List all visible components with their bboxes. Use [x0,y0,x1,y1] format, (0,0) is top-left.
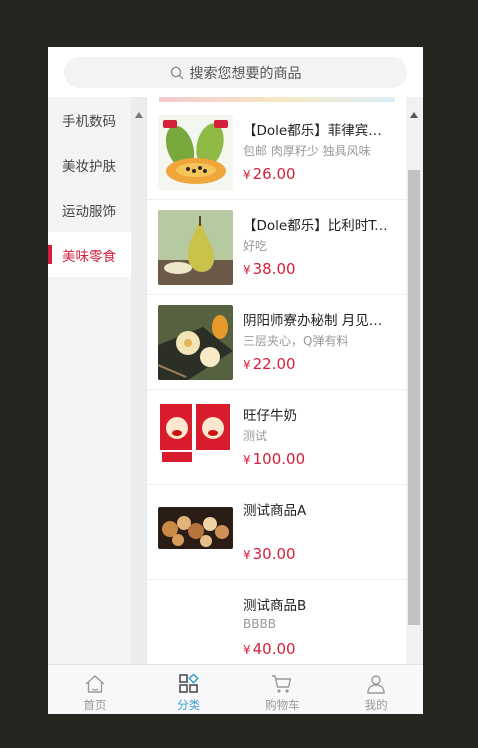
category-sidebar: 手机数码 美妆护肤 运动服饰 美味零食 [48,97,131,664]
tab-label: 分类 [177,698,201,712]
product-item[interactable]: 【Dole都乐】菲律宾木瓜… 包邮 肉厚籽少 独具风味 ¥26.00 [147,105,406,200]
product-image-milk [158,400,233,475]
product-desc: 三层夹心，Q弹有料 [243,334,349,348]
product-name: 阴阳师寮办秘制 月见… [243,313,383,329]
tab-label: 首页 [83,698,107,712]
tab-label: 购物车 [265,698,300,712]
product-image-papaya [158,115,233,190]
currency-symbol: ¥ [243,358,251,372]
product-desc: 包邮 肉厚籽少 独具风味 [243,144,371,158]
product-price: ¥40.00 [243,640,296,658]
product-list-scrollbar[interactable] [406,97,423,664]
previous-item-edge [159,97,395,102]
tab-cart[interactable]: 购物车 [236,665,330,714]
currency-symbol: ¥ [243,643,251,657]
sidebar-item-label: 美味零食 [62,248,116,265]
scroll-up-icon[interactable] [410,103,418,122]
sidebar-scrollbar[interactable] [131,97,147,664]
product-desc: 测试 [243,429,268,443]
bottom-tab-bar: 首页 分类 购物车 我的 [48,664,423,714]
tab-home[interactable]: 首页 [48,665,142,714]
product-price: ¥100.00 [243,450,305,468]
currency-symbol: ¥ [243,453,251,467]
scroll-up-icon[interactable] [135,103,143,122]
price-value: 100.00 [252,450,306,468]
product-image-cookies [158,507,233,549]
product-item[interactable]: 测试商品A ¥30.00 [147,485,406,580]
product-image-mochi [158,305,233,380]
product-item[interactable]: 测试商品B BBBB ¥40.00 [147,580,406,664]
product-price: ¥22.00 [243,355,296,373]
sidebar-item-label: 运动服饰 [62,203,116,220]
user-icon [365,673,387,695]
sidebar-item-sports[interactable]: 运动服饰 [48,187,131,232]
tab-label: 我的 [364,698,388,712]
product-price: ¥26.00 [243,165,296,183]
sidebar-item-snacks[interactable]: 美味零食 [48,232,131,277]
currency-symbol: ¥ [243,263,251,277]
product-name: 测试商品A [243,503,307,519]
search-icon [170,66,184,80]
product-item[interactable]: 【Dole都乐】比利时Te… 好吃 ¥38.00 [147,200,406,295]
sidebar-item-digital[interactable]: 手机数码 [48,97,131,142]
phone-screen: 搜索您想要的商品 手机数码 美妆护肤 运动服饰 美味零食 【Dole都乐】菲律宾… [48,47,423,714]
price-value: 22.00 [252,355,296,373]
home-icon [84,673,106,695]
product-price: ¥30.00 [243,545,296,563]
product-image-pear [158,210,233,285]
product-item[interactable]: 旺仔牛奶 测试 ¥100.00 [147,390,406,485]
tab-category[interactable]: 分类 [142,665,236,714]
price-value: 30.00 [252,545,296,563]
scrollbar-thumb[interactable] [408,170,420,625]
tab-mine[interactable]: 我的 [329,665,423,714]
product-desc: BBBB [243,617,276,631]
sidebar-item-beauty[interactable]: 美妆护肤 [48,142,131,187]
product-list: 【Dole都乐】菲律宾木瓜… 包邮 肉厚籽少 独具风味 ¥26.00 【Dole… [147,97,406,664]
search-input[interactable]: 搜索您想要的商品 [64,57,407,88]
product-name: 旺仔牛奶 [243,408,297,424]
product-price: ¥38.00 [243,260,296,278]
product-name: 测试商品B [243,598,307,614]
sidebar-item-label: 美妆护肤 [62,158,116,175]
search-bar: 搜索您想要的商品 [48,47,423,97]
product-name: 【Dole都乐】菲律宾木瓜… [243,123,393,139]
product-desc: 好吃 [243,239,268,253]
currency-symbol: ¥ [243,548,251,562]
category-icon [178,673,200,695]
product-item[interactable]: 阴阳师寮办秘制 月见… 三层夹心，Q弹有料 ¥22.00 [147,295,406,390]
price-value: 26.00 [252,165,296,183]
price-value: 40.00 [252,640,296,658]
currency-symbol: ¥ [243,168,251,182]
product-name: 【Dole都乐】比利时Te… [243,218,393,234]
search-placeholder: 搜索您想要的商品 [189,65,302,82]
sidebar-item-label: 手机数码 [62,113,116,130]
cart-icon [271,673,293,695]
price-value: 38.00 [252,260,296,278]
